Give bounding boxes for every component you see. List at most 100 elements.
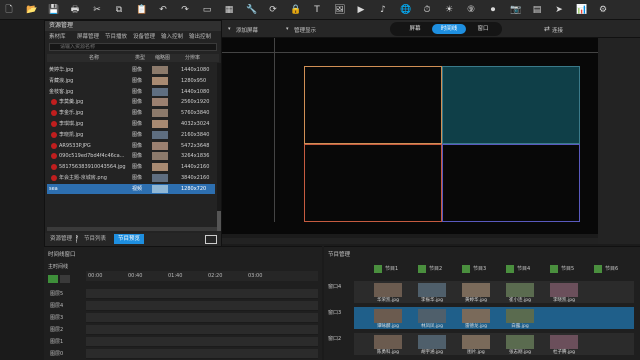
res-tab-1[interactable]: 屏幕管理 xyxy=(77,33,99,41)
program-thumbnail[interactable] xyxy=(506,309,534,323)
image-icon[interactable] xyxy=(205,235,217,244)
tab-screen[interactable]: 屏幕 xyxy=(400,24,430,34)
stage-hscrollbar[interactable] xyxy=(222,238,598,244)
chart-icon[interactable]: 📊 xyxy=(576,5,587,15)
layer-track[interactable] xyxy=(86,349,318,359)
program-thumbnail[interactable] xyxy=(462,335,490,349)
add-screen-button[interactable]: 添加屏幕 xyxy=(236,26,258,34)
camera-icon[interactable]: 📷 xyxy=(510,5,521,15)
settings-icon[interactable]: ⚙ xyxy=(598,5,608,15)
print-icon[interactable]: 🖶 xyxy=(70,5,80,15)
screen-region-4[interactable] xyxy=(442,144,580,222)
paste-icon[interactable]: 📋 xyxy=(136,5,147,15)
res-tab-4[interactable]: 输入控制 xyxy=(161,33,183,41)
program-thumbnail[interactable] xyxy=(374,283,402,297)
res-tab-0[interactable]: 素材库 xyxy=(49,33,66,41)
screen-icon[interactable]: ▭ xyxy=(202,5,212,15)
scrollbar-thumb[interactable] xyxy=(217,211,221,231)
program-thumbnail[interactable] xyxy=(418,283,446,297)
connect-button[interactable]: 连接 xyxy=(552,26,563,34)
resource-row[interactable]: 090c519ed7bd4f4c46ca... 图像 3264x1836 xyxy=(47,151,215,161)
program-thumbnail[interactable] xyxy=(506,283,534,297)
program-button-2[interactable]: 节目2 xyxy=(418,265,458,274)
resource-row[interactable]: 年会主题-京城房.png 图像 3840x2160 xyxy=(47,173,215,183)
resource-row[interactable]: 李莫羹.jpg 图像 2560x1920 xyxy=(47,97,215,107)
program-button-3[interactable]: 节目3 xyxy=(462,265,502,274)
tool-icon[interactable]: 🔧 xyxy=(246,5,257,15)
program-thumbnail[interactable] xyxy=(418,309,446,323)
tab-resource-manage[interactable]: 资源管理 xyxy=(46,234,77,244)
resource-row[interactable]: AR9533P.JPG 图像 5472x3648 xyxy=(47,141,215,151)
open-icon[interactable]: 📂 xyxy=(26,5,37,15)
screen-region-1[interactable] xyxy=(304,66,442,144)
layer-track[interactable] xyxy=(86,313,318,323)
program-thumbnail[interactable] xyxy=(462,283,490,297)
tab-program-list[interactable]: 节目列表 xyxy=(80,234,111,244)
layer-track[interactable] xyxy=(86,337,318,347)
clock-icon[interactable]: ⏱ xyxy=(422,5,432,15)
col-header-res[interactable]: 分辨率 xyxy=(185,54,200,62)
resource-row[interactable]: 李琪琪.jpg 图像 4032x3024 xyxy=(47,119,215,129)
resource-row[interactable]: 581756383910043564.jpg 图像 1440x2160 xyxy=(47,162,215,172)
manage-display-icon[interactable]: ▾ xyxy=(286,26,289,32)
manage-display-button[interactable]: 管理显示 xyxy=(294,26,316,34)
redo-icon[interactable]: ↷ xyxy=(180,5,190,15)
lock-icon[interactable]: 🔒 xyxy=(290,5,301,15)
time-ruler[interactable] xyxy=(86,271,318,281)
resource-row[interactable]: 金枝客.jpg 图像 1440x1080 xyxy=(47,87,215,97)
play-button[interactable] xyxy=(48,275,58,283)
res-tab-5[interactable]: 输出控制 xyxy=(189,33,211,41)
program-button-6[interactable]: 节目6 xyxy=(594,265,634,274)
program-thumbnail[interactable] xyxy=(550,283,578,297)
layer-track[interactable] xyxy=(86,301,318,311)
program-button-4[interactable]: 节目4 xyxy=(506,265,546,274)
record-icon[interactable]: ⏺ xyxy=(488,5,498,15)
screen-region-3[interactable] xyxy=(304,144,442,222)
sync-icon[interactable]: ⟳ xyxy=(268,5,278,15)
save-icon[interactable]: 💾 xyxy=(48,5,59,15)
cut-icon[interactable]: ✂ xyxy=(92,5,102,15)
layer-track[interactable] xyxy=(86,289,318,299)
web-icon[interactable]: 🌐 xyxy=(400,5,411,15)
horizontal-scrollbar[interactable] xyxy=(47,227,217,231)
tab-program-preview[interactable]: 节目预览 xyxy=(114,234,145,244)
program-button-1[interactable]: 节目1 xyxy=(374,265,414,274)
resource-row[interactable]: 李晓凯.jpg 图像 2160x3840 xyxy=(47,130,215,140)
tab-window[interactable]: 窗口 xyxy=(468,24,498,34)
vertical-scrollbar[interactable] xyxy=(217,63,221,213)
tab-timeline[interactable]: 时间线 xyxy=(432,24,466,34)
copy-icon[interactable]: ⧉ xyxy=(114,5,124,15)
undo-icon[interactable]: ↶ xyxy=(158,5,168,15)
screen-region-2[interactable] xyxy=(442,66,580,144)
layer-track[interactable] xyxy=(86,325,318,335)
col-header-thumb[interactable]: 缩略图 xyxy=(155,54,170,62)
col-header-type[interactable]: 类型 xyxy=(135,54,145,62)
program-thumbnail[interactable] xyxy=(374,335,402,349)
program-thumbnail[interactable] xyxy=(418,335,446,349)
res-tab-2[interactable]: 节目播放 xyxy=(105,33,127,41)
text-icon[interactable]: T xyxy=(312,5,322,15)
col-header-name[interactable]: 名称 xyxy=(89,54,99,62)
program-thumbnail[interactable] xyxy=(506,335,534,349)
resource-row[interactable]: 黄婷华.jpg 图像 1440x1080 xyxy=(47,65,215,75)
resource-row[interactable]: 李金乐.jpg 图像 5760x3840 xyxy=(47,108,215,118)
program-thumbnail[interactable] xyxy=(374,309,402,323)
grid-icon[interactable]: ▦ xyxy=(224,5,234,15)
stop-button[interactable] xyxy=(60,275,70,283)
add-screen-icon[interactable]: ▾ xyxy=(228,26,231,32)
res-tab-3[interactable]: 设备管理 xyxy=(133,33,155,41)
program-thumbnail[interactable] xyxy=(462,309,490,323)
program-thumbnail[interactable] xyxy=(550,335,578,349)
program-button-5[interactable]: 节目5 xyxy=(550,265,590,274)
counter-icon[interactable]: ⑨ xyxy=(466,5,476,15)
layout-icon[interactable]: ▤ xyxy=(532,5,542,15)
resource-row[interactable]: 青藏浪.jpg 图像 1280x950 xyxy=(47,76,215,86)
weather-icon[interactable]: ☀ xyxy=(444,5,454,15)
stage-canvas[interactable] xyxy=(222,38,598,244)
audio-icon[interactable]: ♪ xyxy=(378,5,388,15)
search-input[interactable] xyxy=(49,43,217,51)
new-icon[interactable]: 🗋 xyxy=(4,5,14,15)
image-icon[interactable]: 🖼 xyxy=(334,5,345,15)
video-icon[interactable]: ▶ xyxy=(356,5,366,15)
resource-row[interactable]: sea 视频 1280x720 xyxy=(47,183,215,194)
